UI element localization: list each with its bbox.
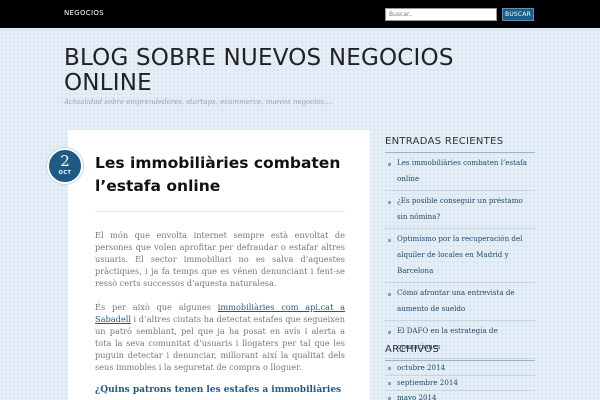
search-button[interactable]: BUSCAR (502, 8, 534, 21)
archives-list: octubre 2014 septiembre 2014 mayo 2014 (385, 361, 535, 400)
search-input[interactable] (385, 8, 497, 21)
post-date-month: OCT (58, 170, 72, 176)
nav-item-negocios[interactable]: NEGOCIOS (64, 9, 104, 17)
recent-posts-list: Les immobiliàries combaten l’estafa onli… (385, 153, 535, 359)
post-subheading: ¿Quins patrons tenen les estafes a immob… (95, 385, 342, 395)
post-paragraph-1: El món que envolta internet sempre està … (95, 230, 345, 288)
archive-item[interactable]: mayo 2014 (385, 391, 535, 400)
post-paragraph-2-start: És per això que algunes (95, 302, 218, 312)
archive-item[interactable]: septiembre 2014 (385, 376, 535, 391)
archives-title: ARCHIVOS (385, 344, 440, 355)
post-date-day: 2 (60, 152, 70, 170)
post-date-badge: 2 OCT (47, 148, 83, 184)
recent-post-item[interactable]: Optimismo por la recuperación del alquil… (385, 229, 535, 283)
recent-post-item[interactable]: Cómo afrontar una entrevista de aumento … (385, 283, 535, 321)
site-description: Actualidad sobre emprendedores, startups… (64, 98, 334, 106)
top-navigation-bar: NEGOCIOS BUSCAR (0, 0, 600, 28)
archive-item[interactable]: octubre 2014 (385, 361, 535, 376)
recent-post-item[interactable]: ¿Es posible conseguir un préstamo sin nó… (385, 191, 535, 229)
recent-post-item[interactable]: Les immobiliàries combaten l’estafa onli… (385, 153, 535, 191)
site-title[interactable]: BLOG SOBRE NUEVOS NEGOCIOS ONLINE (64, 46, 504, 96)
title-divider (95, 211, 345, 212)
recent-posts-title: ENTRADAS RECIENTES (385, 136, 504, 147)
post-body: El món que envolta internet sempre està … (95, 229, 345, 385)
post-paragraph-2: És per això que algunes immobiliàries co… (95, 301, 345, 373)
post-paragraph-2-end: i d’altres ciutats ha detectat estafes q… (95, 314, 345, 372)
post-title[interactable]: Les immobiliàries combaten l’estafa onli… (95, 152, 355, 198)
